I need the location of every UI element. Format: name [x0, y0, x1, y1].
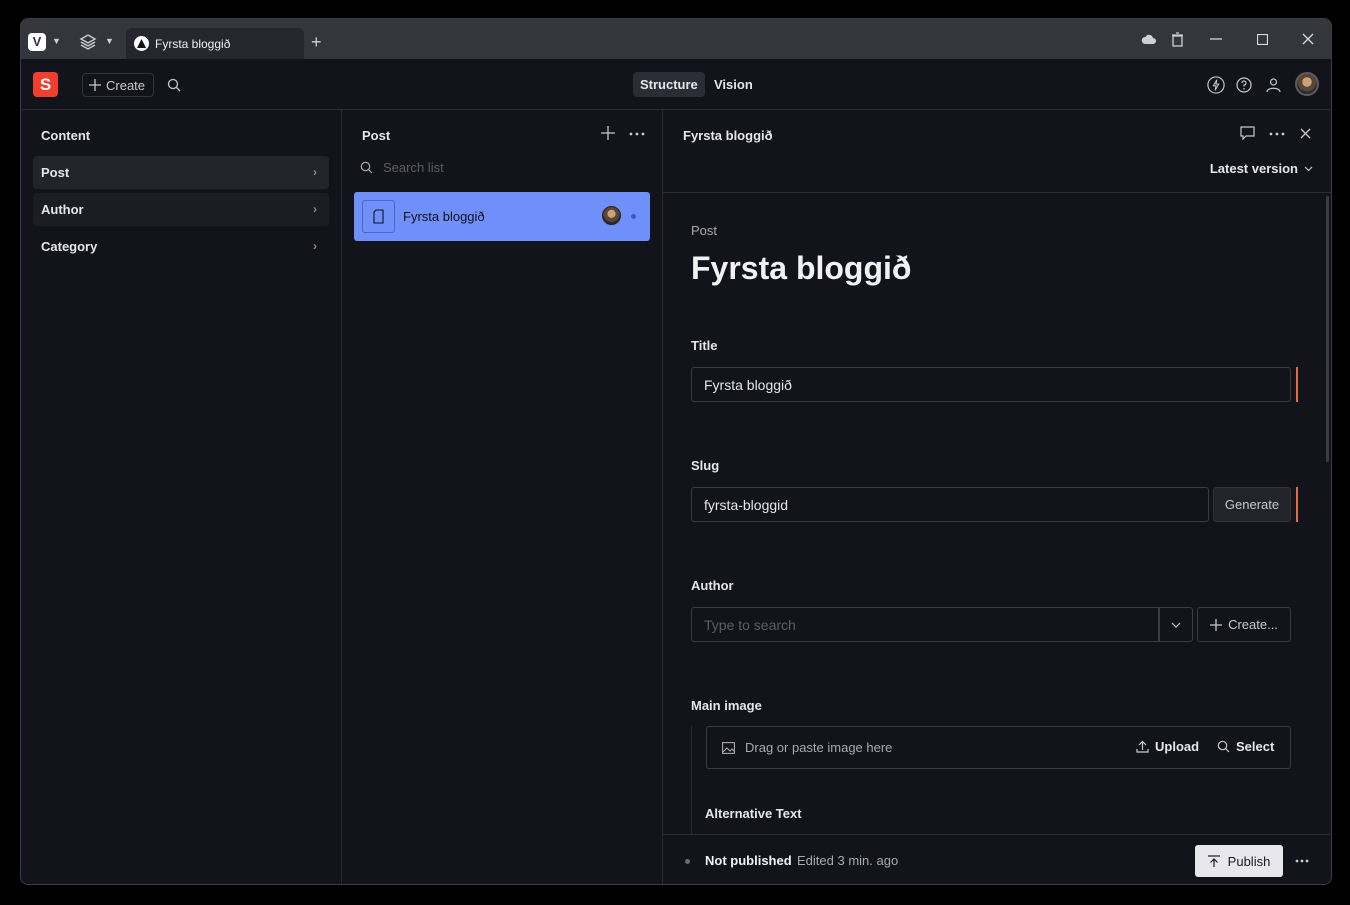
browser-tab[interactable]: Fyrsta bloggið	[126, 28, 304, 59]
version-dropdown[interactable]: Latest version	[1210, 161, 1313, 176]
chevron-down-icon[interactable]: ▼	[52, 36, 61, 46]
content-item-category[interactable]: Category ›	[33, 230, 329, 263]
title-input[interactable]: Fyrsta bloggið	[691, 367, 1291, 402]
lightning-icon[interactable]	[1207, 76, 1225, 94]
create-button[interactable]: Create	[82, 73, 155, 97]
upload-button[interactable]: Upload	[1136, 739, 1199, 754]
comment-icon[interactable]	[1240, 126, 1255, 140]
chevron-right-icon: ›	[313, 202, 317, 216]
plus-icon[interactable]	[601, 126, 615, 140]
more-icon[interactable]	[629, 132, 645, 136]
content-item-post[interactable]: Post ›	[33, 156, 329, 189]
document-row-label: Fyrsta bloggið	[403, 209, 485, 224]
chevron-down-icon	[1304, 166, 1313, 171]
browser-logo-icon[interactable]: V	[28, 33, 46, 51]
more-icon[interactable]	[1295, 859, 1309, 863]
document-title: Fyrsta bloggið	[691, 250, 912, 286]
sanity-logo-icon[interactable]: S	[33, 72, 58, 97]
document-pane-title: Fyrsta bloggið	[683, 128, 773, 143]
content-item-label: Post	[41, 165, 70, 180]
content-pane: Content Post › Author › Category ›	[21, 110, 342, 884]
author-field-label: Author	[691, 578, 734, 593]
user-avatar[interactable]	[1295, 72, 1319, 96]
author-placeholder: Type to search	[704, 616, 796, 633]
document-row[interactable]: Fyrsta bloggið	[354, 192, 650, 241]
image-drop-text: Drag or paste image here	[745, 740, 893, 755]
trash-icon[interactable]	[1167, 29, 1187, 49]
maximize-icon[interactable]	[1252, 29, 1272, 49]
list-search-input[interactable]: Search list	[360, 160, 444, 175]
close-window-icon[interactable]	[1298, 29, 1318, 49]
author-search-input[interactable]: Type to search	[691, 607, 1160, 642]
new-tab-icon[interactable]: +	[311, 33, 322, 51]
publish-status: Not published	[705, 853, 792, 868]
status-dot	[685, 859, 690, 864]
content-item-label: Category	[41, 239, 98, 254]
publish-label: Publish	[1227, 853, 1271, 869]
create-author-button[interactable]: Create...	[1197, 607, 1291, 642]
document-type-label: Post	[691, 223, 718, 238]
publish-button[interactable]: Publish	[1195, 845, 1283, 877]
slug-field-label: Slug	[691, 458, 720, 473]
document-pane: Fyrsta bloggið Latest version Post Fyrst…	[663, 110, 1331, 884]
tab-title: Fyrsta bloggið	[155, 36, 231, 51]
select-label: Select	[1236, 739, 1275, 754]
create-label: Create	[106, 77, 146, 93]
search-icon[interactable]	[167, 78, 181, 92]
document-footer: Not published Edited 3 min. ago Publish	[663, 834, 1331, 884]
studio-header: S Create Structure Vision	[21, 59, 1331, 110]
close-icon[interactable]	[1300, 128, 1311, 139]
avatar	[602, 206, 621, 225]
chevron-down-icon[interactable]: ▼	[105, 36, 114, 46]
alt-text-label: Alternative Text	[705, 806, 802, 821]
favicon-icon	[134, 36, 149, 51]
chevron-right-icon: ›	[313, 165, 317, 179]
tab-structure[interactable]: Structure	[633, 72, 705, 97]
title-field-label: Title	[691, 338, 718, 353]
tab-vision[interactable]: Vision	[707, 72, 760, 97]
plus-icon	[89, 79, 101, 91]
author-dropdown-button[interactable]	[1158, 607, 1193, 642]
tab-stack-icon[interactable]	[79, 33, 97, 51]
version-label: Latest version	[1209, 161, 1298, 176]
search-icon	[360, 161, 373, 174]
main-image-label: Main image	[691, 698, 762, 713]
post-list-pane: Post Search list Fyrsta bloggið	[342, 110, 663, 884]
publish-icon	[1207, 854, 1220, 867]
image-drop-zone[interactable]: Drag or paste image here Upload Select	[706, 726, 1291, 769]
divider	[663, 192, 1331, 193]
edited-timestamp: Edited 3 min. ago	[797, 853, 899, 868]
help-icon[interactable]	[1235, 76, 1253, 94]
upload-label: Upload	[1155, 739, 1200, 754]
plus-icon	[1210, 618, 1223, 631]
scrollbar[interactable]	[1326, 196, 1329, 462]
search-placeholder: Search list	[383, 160, 444, 175]
more-icon[interactable]	[1269, 132, 1285, 136]
content-pane-title: Content	[41, 128, 91, 143]
list-pane-title: Post	[362, 128, 391, 143]
cloud-icon[interactable]	[1139, 29, 1159, 49]
minimize-icon[interactable]	[1206, 29, 1226, 49]
app-window: V ▼ ▼ Fyrsta bloggið + S Create Structur…	[20, 18, 1332, 885]
change-indicator	[1296, 487, 1298, 522]
slug-input-value: fyrsta-bloggid	[704, 496, 789, 513]
change-indicator	[1296, 367, 1298, 402]
select-button[interactable]: Select	[1217, 739, 1274, 754]
image-icon	[722, 741, 735, 754]
slug-input[interactable]: fyrsta-bloggid	[691, 487, 1209, 522]
browser-bar: V ▼ ▼ Fyrsta bloggið +	[21, 19, 1331, 59]
status-dot	[631, 214, 636, 219]
document-icon	[362, 200, 395, 233]
generate-button[interactable]: Generate	[1213, 487, 1291, 522]
content-item-label: Author	[41, 202, 84, 217]
upload-icon	[1136, 740, 1149, 753]
chevron-right-icon: ›	[313, 239, 317, 253]
search-icon	[1217, 740, 1230, 753]
content-item-author[interactable]: Author ›	[33, 193, 329, 226]
title-input-value: Fyrsta bloggið	[704, 376, 792, 393]
create-author-label: Create...	[1228, 617, 1278, 632]
users-icon[interactable]	[1264, 76, 1282, 94]
chevron-down-icon	[1171, 622, 1180, 628]
